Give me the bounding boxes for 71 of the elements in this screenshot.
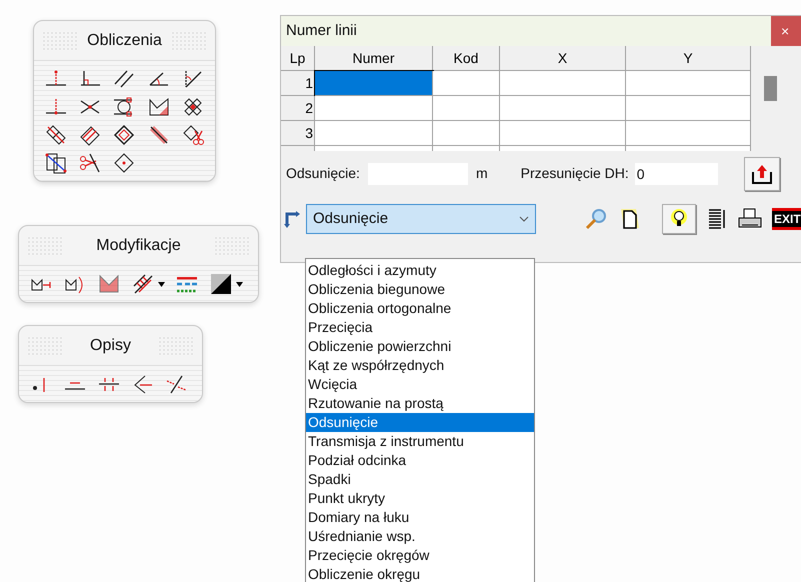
dropdown-option[interactable]: Obliczenia ortogonalne <box>306 299 534 318</box>
dropdown-option[interactable]: Rzutowanie na prostą <box>306 394 534 413</box>
close-button[interactable]: × <box>771 16 801 46</box>
drag-grip[interactable] <box>42 30 78 50</box>
hint-button[interactable] <box>662 204 696 234</box>
printer-icon[interactable] <box>738 208 762 230</box>
table-cell[interactable] <box>433 71 500 96</box>
column-header: Kod <box>433 46 500 71</box>
fill-color-icon[interactable] <box>209 272 233 296</box>
dropdown-option[interactable]: Podział odcinka <box>306 451 534 470</box>
row-number: 1 <box>281 71 315 96</box>
dropdown-option[interactable]: Kąt ze współrzędnych <box>306 356 534 375</box>
new-document-icon[interactable] <box>618 207 642 231</box>
chevron-down-icon <box>519 216 529 222</box>
offset-label: Odsunięcie: <box>286 164 360 183</box>
row-number: 3 <box>281 121 315 146</box>
caret-icon[interactable] <box>158 282 165 286</box>
unit-label: m <box>476 164 488 183</box>
palette-title: Modyfikacje <box>96 236 181 256</box>
table-cell[interactable] <box>315 96 433 121</box>
column-header: Y <box>626 46 751 71</box>
dropdown-option[interactable]: Przecięcia <box>306 318 534 337</box>
exit-button[interactable]: EXIT <box>772 208 801 230</box>
table-cell[interactable] <box>500 71 626 96</box>
shift-label: Przesunięcie DH: <box>520 164 629 183</box>
row-number: 2 <box>281 96 315 121</box>
export-button[interactable] <box>744 156 780 190</box>
table-cell[interactable] <box>500 96 626 121</box>
table-cell[interactable] <box>500 121 626 146</box>
table-cell[interactable] <box>626 121 751 146</box>
table-cell[interactable] <box>626 96 751 121</box>
dropdown-option[interactable]: Odległości i azymuty <box>306 261 534 280</box>
diamond-icon[interactable] <box>112 123 136 147</box>
window-title: Numer linii <box>286 20 357 41</box>
calculation-dropdown[interactable]: Odsunięcie <box>306 204 536 234</box>
caret-icon[interactable] <box>236 282 243 286</box>
dropdown-option[interactable]: Obliczenie okręgu <box>306 565 534 582</box>
table-cell[interactable] <box>315 71 433 96</box>
split-rectangle-icon[interactable] <box>44 151 68 175</box>
crossed-diamonds-icon[interactable] <box>44 123 68 147</box>
column-header: X <box>500 46 626 71</box>
dropdown-option[interactable]: Odsunięcie <box>306 413 534 432</box>
dropdown-option[interactable]: Obliczenia biegunowe <box>306 280 534 299</box>
column-header: Lp <box>281 46 315 71</box>
dropdown-option[interactable]: Obliczenie powierzchni <box>306 337 534 356</box>
diamond-point-icon[interactable] <box>112 151 136 175</box>
cut-line-icon[interactable] <box>78 151 102 175</box>
dropdown-option[interactable]: Spadki <box>306 470 534 489</box>
dropdown-option[interactable]: Wcięcia <box>306 375 534 394</box>
dropdown-option[interactable]: Transmisja z instrumentu <box>306 432 534 451</box>
dropdown-option[interactable]: Uśrednianie wsp. <box>306 527 534 546</box>
scissors-icon[interactable] <box>180 123 205 147</box>
palette-title: Opisy <box>90 336 131 356</box>
table-cell[interactable] <box>433 121 500 146</box>
scrollbar-thumb[interactable] <box>764 76 776 101</box>
magnifier-icon[interactable] <box>584 207 608 231</box>
dropdown-option[interactable]: Domiary na łuku <box>306 508 534 527</box>
dropdown-option[interactable]: Punkt ukryty <box>306 489 534 508</box>
table-cell[interactable] <box>626 71 751 96</box>
table-cell[interactable] <box>433 96 500 121</box>
drag-grip[interactable] <box>27 336 63 356</box>
text-lines-icon[interactable] <box>708 208 726 230</box>
export-icon <box>750 162 773 184</box>
table-cell[interactable] <box>315 121 433 146</box>
palette-title: Obliczenia <box>87 30 162 50</box>
ladder-icon[interactable] <box>131 272 155 296</box>
corner-arrow-icon[interactable] <box>284 210 300 228</box>
drag-grip[interactable] <box>158 336 194 356</box>
drag-grip[interactable] <box>27 236 63 256</box>
dropdown-option[interactable]: Przecięcie okręgów <box>306 546 534 565</box>
shift-field[interactable]: 0 <box>634 162 718 184</box>
